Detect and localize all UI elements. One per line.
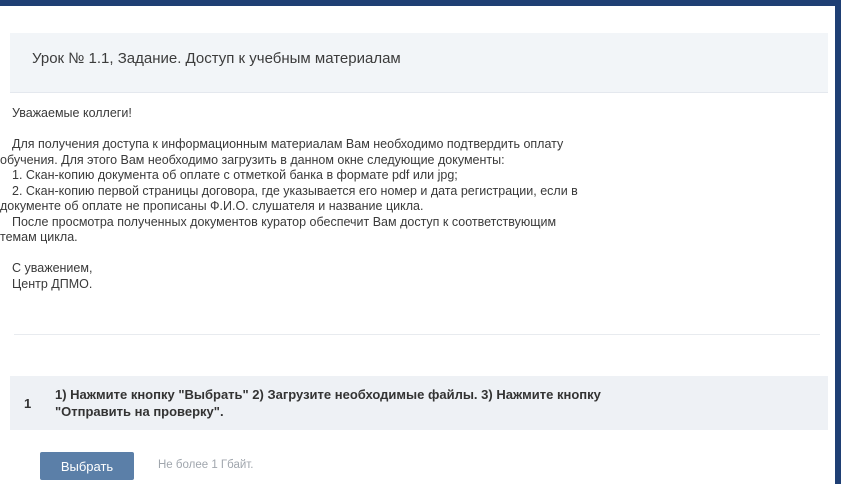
message-line: документе об оплате не прописаны Ф.И.О. … (0, 199, 424, 213)
divider (14, 334, 820, 335)
message-body: Уважаемые коллеги! Для получения доступа… (0, 106, 820, 292)
message-line: Для получения доступа к информационным м… (12, 137, 564, 151)
message-line: После просмотра полученных документов ку… (12, 214, 557, 229)
task-header: Урок № 1.1, Задание. Доступ к учебным ма… (10, 33, 828, 93)
message-line: 2. Скан-копию первой страницы договора, … (12, 183, 578, 198)
step-text: 1) Нажмите кнопку "Выбрать" 2) Загрузите… (55, 386, 795, 420)
file-size-limit: Не более 1 Гбайт. (158, 459, 254, 471)
message-signature: Центр ДПМО. (12, 276, 93, 291)
message-line: обучения. Для этого Вам необходимо загру… (0, 152, 505, 167)
step-text-line: 1) Нажмите кнопку "Выбрать" 2) Загрузите… (55, 387, 601, 402)
message-greeting: Уважаемые коллеги! (12, 106, 132, 120)
message-closing: С уважением, (12, 261, 93, 275)
step-text-line: "Отправить на проверку". (55, 404, 224, 419)
task-panel: Урок № 1.1, Задание. Доступ к учебным ма… (0, 0, 841, 484)
message-line: темам цикла. (0, 230, 78, 244)
instruction-step: 1 1) Нажмите кнопку "Выбрать" 2) Загрузи… (10, 376, 828, 430)
step-number: 1 (24, 396, 32, 411)
message-line: 1. Скан-копию документа об оплате с отме… (12, 168, 458, 182)
page-title: Урок № 1.1, Задание. Доступ к учебным ма… (32, 50, 401, 67)
choose-file-button[interactable]: Выбрать (40, 452, 134, 480)
